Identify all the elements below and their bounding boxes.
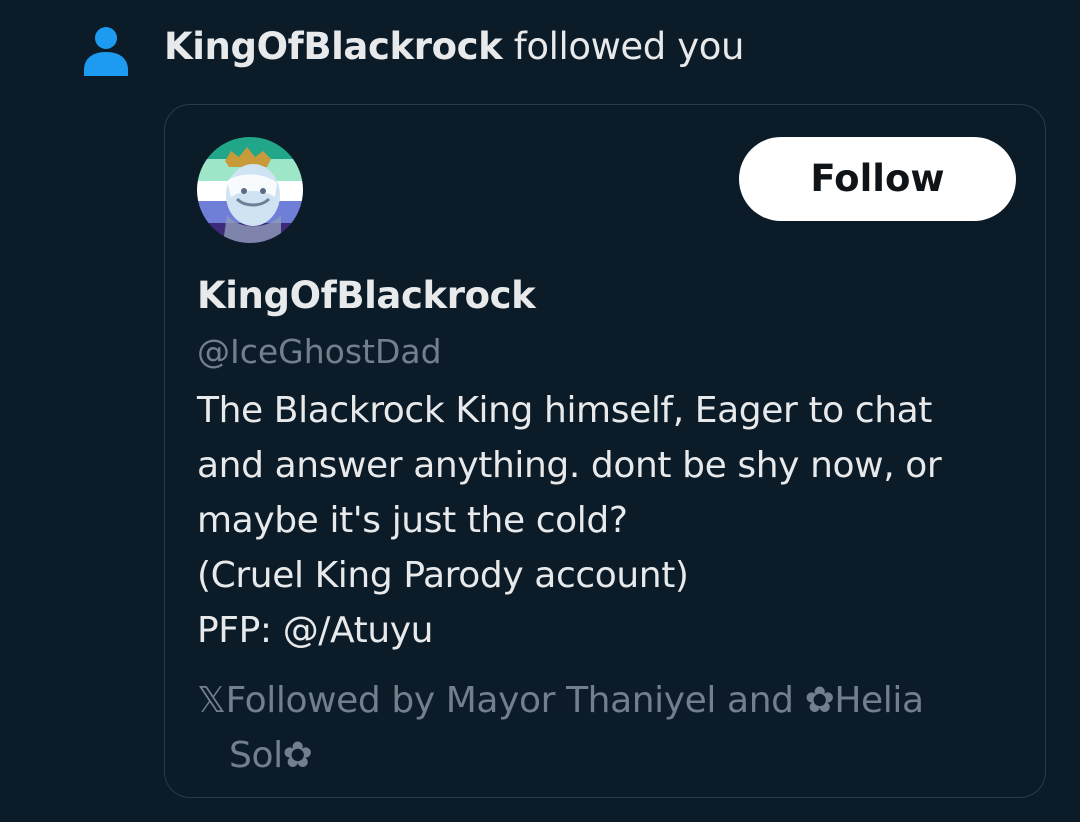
profile-display-name[interactable]: KingOfBlackrock [197, 273, 536, 319]
notification-text: KingOfBlackrock followed you [164, 22, 744, 72]
bio-line: maybe it's just the cold? [197, 500, 628, 541]
profile-handle[interactable]: @IceGhostDad [197, 329, 442, 375]
profile-avatar[interactable] [197, 137, 303, 243]
bio-line: (Cruel King Parody account) [197, 555, 689, 596]
person-icon [84, 27, 128, 76]
notification-actor-link[interactable]: KingOfBlackrock [164, 25, 503, 68]
avatar-image [197, 137, 303, 243]
followed-by-line: Sol✿ [229, 735, 313, 776]
profile-bio: The Blackrock King himself, Eager to cha… [197, 383, 1027, 658]
notification-action-text: followed you [513, 25, 745, 68]
followed-by[interactable]: 𝕏Followed by Mayor Thaniyel and ✿Helia S… [197, 673, 1027, 783]
bio-line[interactable]: PFP: @/Atuyu [197, 603, 1027, 658]
followed-by-line: 𝕏Followed by Mayor Thaniyel and ✿Helia [197, 680, 924, 721]
bio-line: and answer anything. dont be shy now, or [197, 445, 942, 486]
follow-button[interactable]: Follow [739, 137, 1016, 221]
profile-card[interactable]: Follow KingOfBlackrock @IceGhostDad The … [164, 104, 1046, 798]
bio-line: The Blackrock King himself, Eager to cha… [197, 390, 933, 431]
